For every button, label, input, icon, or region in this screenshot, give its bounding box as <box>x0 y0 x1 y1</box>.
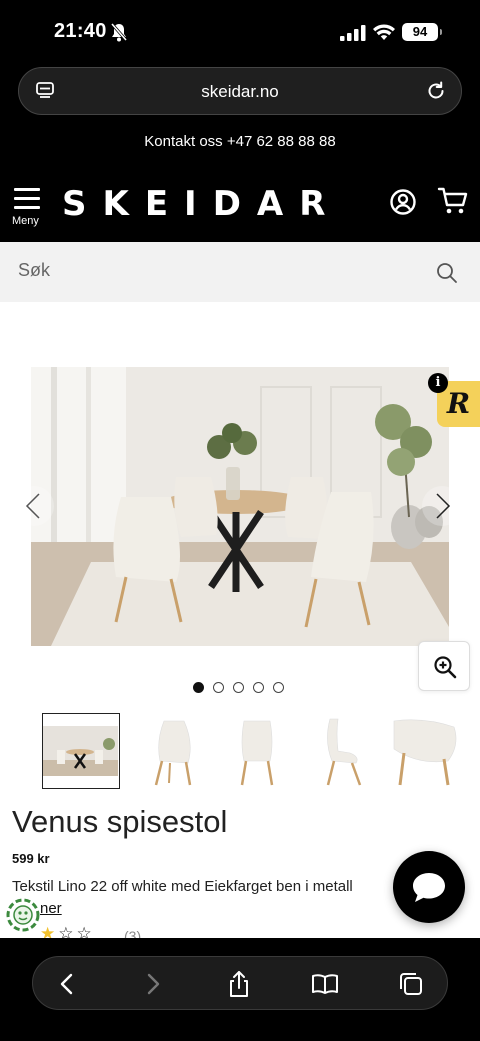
thumbnail-image <box>326 718 362 786</box>
menu-label: Meny <box>12 215 39 227</box>
review-count[interactable]: (3) <box>124 928 141 938</box>
product-price: 599 kr <box>12 851 50 866</box>
product-title: Venus spisestol <box>12 804 228 839</box>
search-input[interactable] <box>18 260 418 281</box>
zoom-button[interactable] <box>418 641 470 691</box>
thumbnail-image <box>393 719 457 786</box>
rating-stars[interactable]: ★☆☆ <box>40 924 95 938</box>
product-description: Tekstil Lino 22 off white med Eiekfarget… <box>12 878 353 895</box>
battery-nub <box>440 29 442 35</box>
forward-icon[interactable] <box>139 970 167 998</box>
contact-phone-link[interactable]: Kontakt oss +47 62 88 88 88 <box>0 133 480 150</box>
eco-badge-icon[interactable] <box>6 898 40 932</box>
chat-button[interactable] <box>393 851 465 923</box>
thumbnail-strip <box>42 713 480 791</box>
search-icon[interactable] <box>436 262 458 284</box>
gallery-dot[interactable] <box>193 682 204 693</box>
url-bar[interactable]: skeidar.no <box>18 67 462 115</box>
product-main-image[interactable] <box>31 367 449 646</box>
signal-icon <box>340 25 366 41</box>
gallery-dot[interactable] <box>273 682 284 693</box>
colors-link[interactable]: ner <box>40 900 62 917</box>
wifi-icon <box>373 24 395 40</box>
hamburger-icon <box>12 188 46 209</box>
bookmarks-icon[interactable] <box>311 970 339 998</box>
search-bar <box>0 242 480 302</box>
account-icon[interactable] <box>389 188 417 216</box>
thumbnail-dining-set[interactable] <box>42 713 120 789</box>
thumbnail-chair-front[interactable] <box>134 713 212 789</box>
star-empty-icon: ☆ <box>76 924 95 938</box>
page-content: R i <box>0 242 480 938</box>
tabs-icon[interactable] <box>397 970 425 998</box>
product-gallery: R i <box>0 358 480 691</box>
reload-icon[interactable] <box>425 80 447 102</box>
site-header: Meny SKEIDAR <box>0 170 480 242</box>
url-text[interactable]: skeidar.no <box>19 82 461 102</box>
chat-bubble-icon <box>413 873 445 902</box>
status-bar: 21:40 94 <box>0 0 480 62</box>
status-time: 21:40 <box>54 20 107 42</box>
thumbnail-image <box>154 720 192 786</box>
bell-slash-icon <box>110 23 128 42</box>
site-logo[interactable]: SKEIDAR <box>62 184 341 224</box>
share-icon[interactable] <box>225 970 253 998</box>
dining-room-image <box>31 367 449 646</box>
back-icon[interactable] <box>53 970 81 998</box>
gallery-dot[interactable] <box>233 682 244 693</box>
gallery-prev-button[interactable] <box>14 486 54 526</box>
gallery-dots <box>193 680 293 693</box>
gallery-next-button[interactable] <box>422 486 462 526</box>
thumbnail-chair-side[interactable] <box>304 713 382 789</box>
thumbnail-image <box>43 726 118 776</box>
thumbnail-chair-detail[interactable] <box>390 713 468 789</box>
star-filled-icon: ★ <box>40 924 59 938</box>
toolbar-pill <box>32 956 448 1010</box>
star-empty-icon: ☆ <box>58 924 77 938</box>
browser-toolbar <box>0 938 480 1041</box>
battery-indicator: 94 <box>402 23 438 41</box>
gallery-dot[interactable] <box>213 682 224 693</box>
menu-button[interactable]: Meny <box>12 188 46 234</box>
gallery-dot[interactable] <box>253 682 264 693</box>
thumbnail-chair-back[interactable] <box>218 713 296 789</box>
thumbnail-image <box>240 720 274 786</box>
zoom-in-icon <box>434 656 457 679</box>
cart-icon[interactable] <box>437 186 469 216</box>
chevron-left-icon <box>25 493 40 519</box>
chevron-right-icon <box>436 493 451 519</box>
info-icon[interactable]: i <box>428 373 448 393</box>
